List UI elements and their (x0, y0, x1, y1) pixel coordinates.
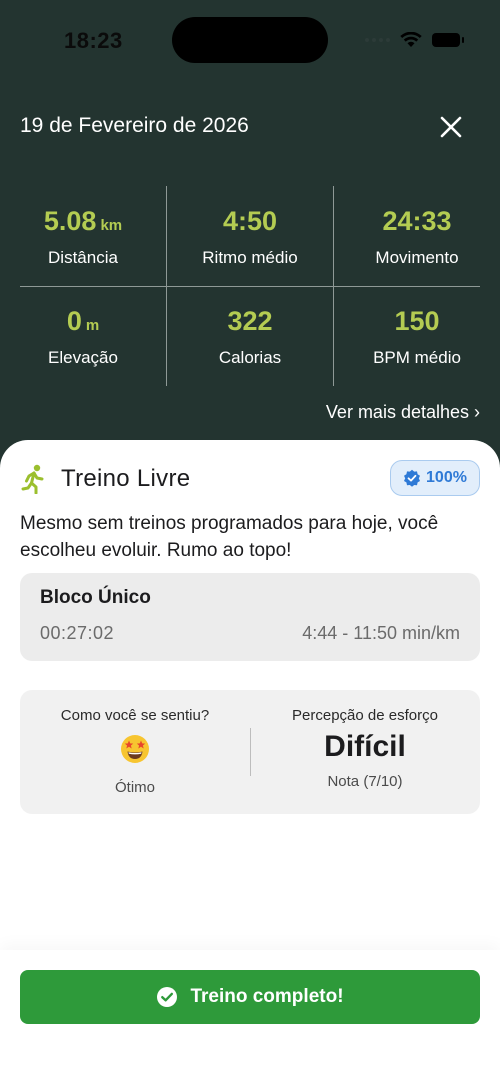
workout-description: Mesmo sem treinos programados para hoje,… (20, 513, 439, 561)
stat-value: 24:33 (382, 206, 452, 236)
feeling-question: Como você se sentiu? (60, 707, 210, 724)
stat-unit: m (85, 317, 100, 334)
check-circle-icon (157, 987, 178, 1007)
bottom-action-bar: Treino completo! (0, 950, 500, 1087)
workout-sheet: Treino Livre 100% Mesmo sem treinos prog… (0, 440, 500, 1087)
stat-label: Movimento (375, 248, 459, 267)
block-title: Bloco Único (40, 587, 151, 608)
effort-note: Nota (7/10) (327, 773, 403, 790)
stat-avg-bpm: 150 BPM médio (334, 286, 500, 386)
feeling-answer: Ótimo (114, 779, 155, 796)
stat-avg-pace: 4:50 Ritmo médio (167, 186, 333, 286)
workout-title: Treino Livre (61, 465, 191, 492)
stat-label: BPM médio (373, 348, 461, 367)
stat-value: 150 (394, 306, 440, 336)
stat-label: Elevação (48, 348, 118, 367)
close-button[interactable] (432, 108, 470, 146)
close-icon (440, 116, 462, 138)
workout-date: 19 de Fevereiro de 2026 (20, 114, 249, 137)
status-icons (365, 30, 464, 50)
stat-value: 0 (66, 306, 82, 336)
workout-header: Treino Livre (20, 464, 190, 494)
block-card[interactable]: Bloco Único 00:27:02 4:44 - 11:50 min/km (20, 573, 480, 661)
block-pace-range: 4:44 - 11:50 min/km (302, 623, 460, 643)
stat-unit: km (100, 217, 123, 234)
effort-question: Percepção de esforço (292, 707, 438, 724)
block-duration: 00:27:02 (40, 623, 115, 643)
complete-workout-button[interactable]: Treino completo! (20, 970, 480, 1024)
star-struck-emoji-icon (121, 735, 149, 763)
signal-icon (365, 38, 390, 42)
battery-icon (432, 33, 464, 47)
badge-label: 100% (426, 469, 467, 486)
stats-grid: 5.08 km Distância 4:50 Ritmo médio 24:33 … (0, 186, 500, 386)
stat-distance: 5.08 km Distância (0, 186, 166, 286)
verified-check-icon (404, 469, 421, 487)
feedback-card: Como você se sentiu? Ótimo Percepção de … (20, 690, 480, 814)
feeling-column[interactable]: Como você se sentiu? Ótimo (20, 690, 250, 814)
effort-column[interactable]: Percepção de esforço Difícil Nota (7/10) (250, 690, 480, 814)
effort-value: Difícil (324, 730, 406, 763)
stat-calories: 322 Calorias (167, 286, 333, 386)
status-bar: 18:23 (0, 0, 500, 80)
stat-label: Ritmo médio (202, 248, 298, 267)
more-details-link[interactable]: Ver mais detalhes › (326, 402, 480, 423)
wifi-icon (400, 32, 422, 47)
completion-badge: 100% (390, 460, 480, 496)
stat-moving-time: 24:33 Movimento (334, 186, 500, 286)
stat-value: 322 (227, 306, 273, 336)
status-time: 18:23 (64, 28, 123, 53)
dynamic-island (172, 17, 328, 63)
running-icon (21, 464, 44, 494)
stat-elevation: 0m Elevação (0, 286, 166, 386)
stat-label: Calorias (218, 348, 282, 367)
complete-button-label: Treino completo! (190, 986, 344, 1007)
stat-value: 4:50 (222, 206, 278, 236)
stat-value: 5.08 (43, 206, 97, 236)
stat-label: Distância (48, 248, 118, 267)
grid-divider (20, 286, 480, 287)
